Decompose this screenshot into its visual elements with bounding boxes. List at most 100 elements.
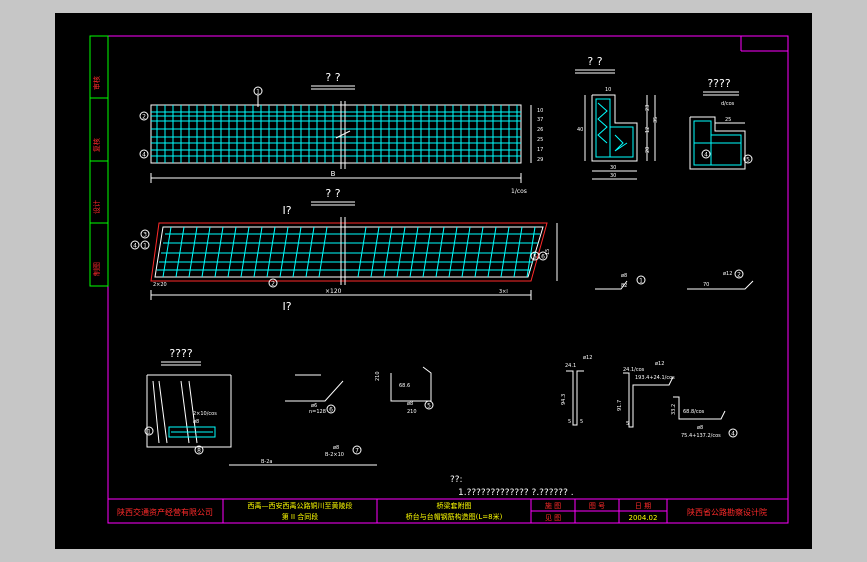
detail-u2-label: 91.7: [617, 400, 623, 411]
plan-cut-marker: I?: [282, 300, 291, 313]
detail-corner-title: ????: [169, 347, 193, 360]
detail-u1-label: ø12: [583, 355, 592, 361]
plan-left-dim: 2×20: [153, 282, 167, 288]
plan-outline: [150, 222, 548, 282]
section-b-dim: 25: [725, 117, 731, 123]
notes: ??: 1.????????????? ?.?????? .: [450, 475, 574, 498]
detail-bar-7-label: ø8: [333, 445, 339, 451]
elevation-right-dim: 29: [537, 157, 543, 163]
title-design-stage: 施 图: [545, 501, 561, 510]
detail-u3-callout: 4: [731, 431, 735, 438]
detail-bar-7-label: B-2a: [261, 459, 272, 465]
section-b-callout: 5: [746, 157, 750, 164]
detail-bar-2-callout: 2: [737, 272, 741, 279]
plan-right-dim-label: 15: [545, 249, 551, 255]
title-drawing-line2: 桥台与台帽钢筋构造图(L=8米): [406, 512, 503, 521]
side-strip-label: 制图: [92, 262, 101, 276]
detail-u1-label: 94.3: [561, 394, 567, 405]
plan-callout: 3: [143, 232, 147, 239]
plan-callout: 6: [541, 254, 545, 261]
side-strip-label: 复核: [92, 138, 101, 152]
notes-line: 1.????????????? ?.?????? .: [458, 488, 574, 498]
section-b-title: ????: [707, 77, 731, 90]
side-strip-label: 设计: [92, 200, 101, 214]
detail-u-bar-1: ø12 24.1 94.3 5 5: [561, 355, 592, 426]
detail-hook-label: n=128: [309, 409, 326, 415]
title-company: 陕西交通资产经营有限公司: [117, 507, 213, 517]
section-b-top-label: d/cos: [721, 101, 735, 107]
elevation-callout: 1: [256, 89, 260, 96]
detail-corner: ???? 2×10/cos ø8 1 8: [144, 347, 232, 455]
detail-stirrup-label: ø8: [407, 401, 413, 407]
detail-u2-label: 193.4+24.1/cos: [635, 375, 675, 381]
plan-view: ? ? I? I? 2×20 ×120 3×l 15 3 4 1 5 6 2: [130, 187, 558, 313]
section-a-dim: 40: [577, 127, 583, 133]
title-project-line1: 西禹—西安西禹公路铜川至黄陵段: [248, 501, 353, 510]
detail-u1-label: 24.1: [565, 363, 576, 369]
detail-u1-label: 5: [580, 419, 583, 425]
elevation-right-dim: 37: [537, 117, 543, 123]
elevation-right-dim: 25: [537, 137, 543, 143]
plan-callout: 2: [271, 281, 275, 288]
detail-stirrup-label: 210: [407, 409, 417, 415]
detail-u-bar-2: ø12 24.1/cos 193.4+24.1/cos 91.7 5: [617, 361, 675, 428]
elevation-dim-total: B: [331, 170, 336, 178]
detail-bar-7: ø8 B-2×10 B-2a 7: [229, 445, 377, 466]
section-b-view: ???? d/cos 25 4 5: [689, 77, 753, 170]
section-a-dim: 30: [610, 173, 616, 179]
detail-u3-label: ø8: [697, 425, 703, 431]
section-a-dim: 30: [610, 165, 616, 171]
detail-hook-callout: 6: [329, 407, 333, 414]
drawing-svg: 审核 复核 设计 制图 ? ? B 1/cos 2 4 1 10 37 26 2…: [89, 35, 789, 524]
detail-corner-callout: 8: [197, 448, 201, 455]
section-a-view: ? ? 40 10 23 12 20 35 30 30: [575, 55, 659, 180]
detail-corner-callout: 1: [147, 429, 151, 436]
detail-bar-1-sub: 82: [621, 283, 627, 289]
detail-bar-1: ø8 82 1: [595, 273, 646, 290]
elevation-callout: 4: [142, 152, 146, 159]
section-a-dim: 35: [653, 117, 659, 123]
title-project-line2: 第 II 合同段: [282, 512, 319, 521]
detail-bar-2: ø12 70 2: [687, 269, 754, 290]
side-strip: 审核 复核 设计 制图: [89, 35, 109, 287]
section-a-dim: 12: [645, 127, 651, 133]
plan-callout: 5: [533, 254, 537, 261]
elevation-view: ? ? B 1/cos 2 4 1 10 37 26 25 17 29: [139, 71, 543, 195]
detail-stirrup-5: 68.6 210 ø8 210 5: [375, 366, 434, 415]
detail-bar-1-label: ø8: [621, 273, 627, 279]
detail-u3-label: 75.4+137.2/cos: [681, 433, 721, 439]
title-date-label: 日 期: [635, 502, 651, 510]
detail-hook: ø6 n=128 6: [285, 374, 344, 415]
side-strip-label: 审核: [92, 76, 101, 90]
detail-u2-label: 5: [626, 421, 629, 427]
title-drawing-line1: 桥梁套附图: [437, 501, 472, 510]
detail-corner-label: 2×10/cos: [193, 411, 217, 417]
plan-mid-dim: ×120: [325, 288, 342, 295]
detail-u3-label: 68.8/cos: [683, 409, 705, 415]
elevation-right-dim: 26: [537, 127, 543, 133]
detail-corner-label: ø8: [193, 419, 199, 425]
elevation-right-dim: 10: [537, 108, 543, 114]
elevation-right-note: 1/cos: [511, 188, 527, 195]
detail-bar-1-callout: 1: [639, 278, 643, 285]
detail-u3-label: 33.2: [671, 404, 677, 415]
detail-bar-2-label: ø12: [723, 271, 732, 277]
detail-bar-7-label: B-2×10: [325, 452, 344, 458]
section-a-outline: [591, 94, 638, 162]
title-block: 陕西交通资产经营有限公司 西禹—西安西禹公路铜川至黄陵段 第 II 合同段 桥梁…: [107, 498, 789, 524]
detail-u1-label: 5: [568, 419, 571, 425]
title-drawing-no: 见 图: [545, 514, 561, 522]
plan-title: ? ?: [325, 187, 340, 200]
title-institute: 陕西省公路勘察设计院: [687, 507, 767, 517]
title-sheet-label: 图 号: [589, 502, 605, 510]
detail-stirrup-callout: 5: [427, 403, 431, 410]
title-date: 2004.02: [629, 514, 658, 522]
detail-stirrup-label: 210: [375, 371, 381, 381]
notes-header: ??:: [450, 475, 463, 485]
drawing-frame: [107, 35, 789, 524]
elevation-callout: 2: [142, 114, 146, 121]
plan-callout: 1: [143, 243, 147, 250]
plan-right-dim: 3×l: [499, 289, 508, 295]
section-b-callout: 4: [704, 152, 708, 159]
detail-u2-label: 24.1/cos: [623, 367, 645, 373]
